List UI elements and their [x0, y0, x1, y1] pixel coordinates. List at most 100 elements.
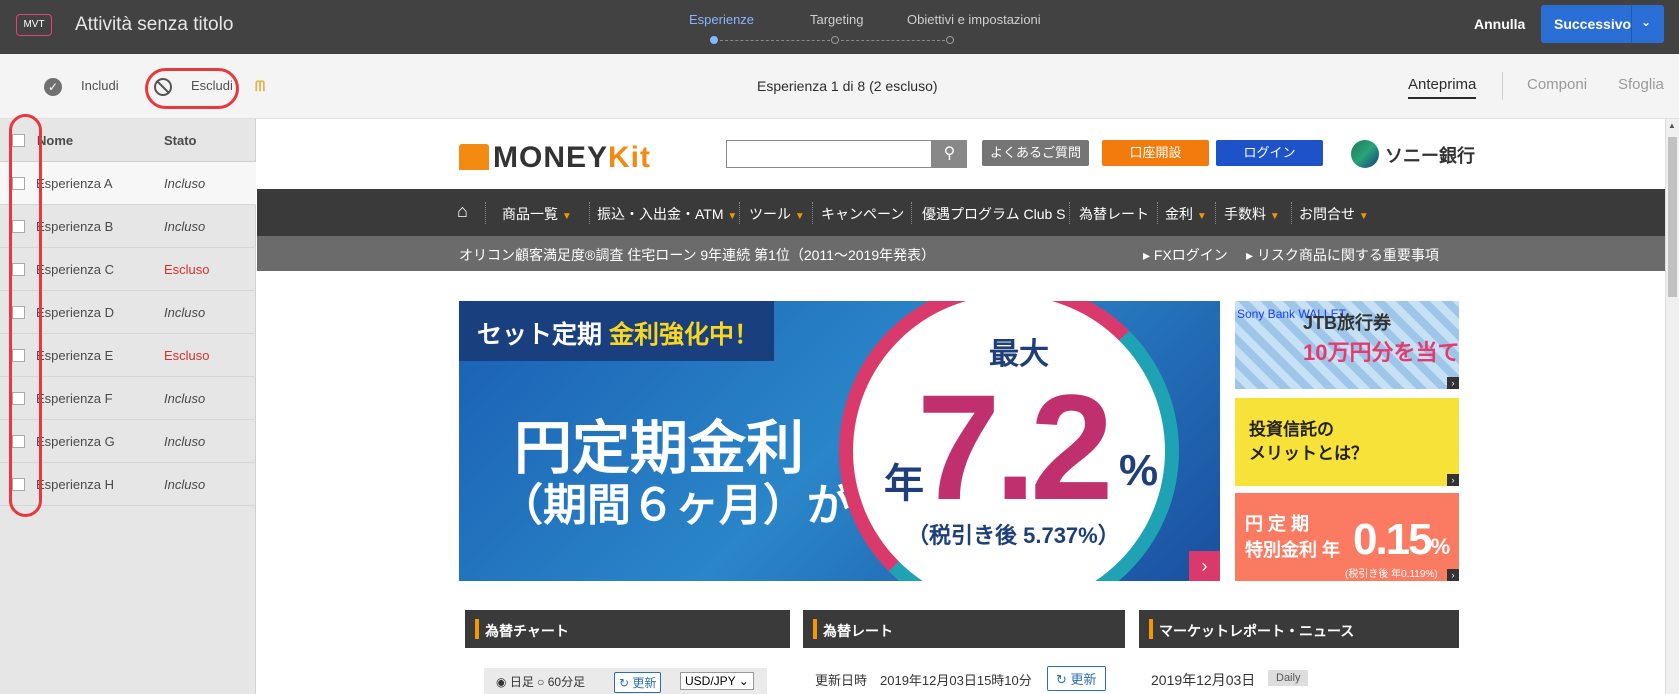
nav-fx-rate[interactable]: 為替レート — [1079, 204, 1149, 224]
side-banner-special-rate[interactable]: 円 定 期 特別金利 年 0.15% (税引き後 年0.119%) › — [1235, 493, 1459, 581]
sony-bank-mark — [1351, 140, 1379, 168]
dropdown-arrow-icon: ▼ — [1269, 211, 1280, 222]
chart-interval-radios[interactable]: ◉ 日足 ○ 60分足 — [496, 673, 585, 690]
nav-contact[interactable]: お問合せ ▼ — [1299, 204, 1369, 224]
nav-divider — [1291, 202, 1292, 224]
next-button-label: Successivo — [1554, 16, 1632, 32]
nav-divider — [1215, 202, 1216, 224]
scroll-up-icon[interactable]: ▲ — [1668, 121, 1676, 130]
nav-club-s[interactable]: 優遇プログラム Club S — [922, 204, 1066, 224]
currency-pair-select[interactable]: USD/JPY ⌄ — [680, 672, 754, 690]
side-banner-investment[interactable]: 投資信託の メリットとは？ › — [1235, 398, 1459, 486]
panel-title: マーケットレポート・ニュース — [1159, 623, 1355, 639]
step-targeting[interactable]: Targeting — [810, 12, 863, 27]
nav-products[interactable]: 商品一覧 ▼ — [502, 204, 572, 224]
step-connector — [841, 40, 945, 41]
checkbox-highlight-annotation — [9, 114, 42, 517]
search-icon[interactable]: ⚲ — [932, 140, 967, 168]
banner-after-tax: （税引き後 5.737%） — [907, 523, 1120, 548]
workflow-steps: Esperienze Targeting Obiettivi e imposta… — [680, 12, 1041, 46]
news-daily-tag[interactable]: Daily — [1268, 670, 1309, 686]
main-promo-banner[interactable]: セット定期 金利強化中！ 円定期金利 （期間６ヶ月）が 最大 年 7.2 % （… — [459, 301, 1220, 581]
dropdown-arrow-icon: ▼ — [561, 211, 572, 222]
market-report-panel-header: マーケットレポート・ニュース — [1139, 610, 1459, 648]
jtb-subtitle: 10万円分を当てよう! — [1303, 340, 1459, 365]
banner-tag: セット定期 金利強化中！ — [459, 301, 774, 361]
nav-interest[interactable]: 金利 ▼ — [1165, 204, 1207, 224]
page-preview-frame[interactable]: MONEYKit ⚲ よくあるご質問 口座開設 ログイン ソニー銀行 ⌂ 商品一… — [257, 119, 1665, 694]
experience-status: Incluso — [164, 391, 206, 406]
accent-bar — [813, 619, 817, 639]
tab-compose[interactable]: Componi — [1527, 76, 1587, 93]
investment-title: 投資信託の メリットとは？ — [1249, 420, 1368, 463]
nav-campaign[interactable]: キャンペーン — [821, 204, 904, 224]
jtb-title: JTB旅行券 — [1303, 313, 1392, 333]
experience-count: Esperienza 1 di 8 (2 escluso) — [757, 78, 938, 94]
nav-divider — [485, 202, 486, 224]
activity-title[interactable]: Attività senza titolo — [75, 14, 233, 36]
nav-divider — [1157, 202, 1158, 224]
top-bar: MVT Attività senza titolo Esperienze Tar… — [0, 0, 1679, 54]
experience-name: Esperienza B — [36, 219, 114, 234]
chevron-right-icon[interactable]: › — [1189, 551, 1220, 581]
chevron-right-icon: › — [1447, 377, 1459, 389]
logo-text: MONEYKit — [493, 141, 652, 174]
rate-update-time: 更新日時 2019年12月03日15時10分 — [815, 673, 1032, 688]
step-experiences[interactable]: Esperienze — [689, 12, 754, 27]
site-search-input[interactable] — [726, 140, 932, 168]
column-header-name[interactable]: Nome — [37, 133, 73, 148]
next-button[interactable]: Successivo ⌄ — [1541, 5, 1664, 43]
nav-tools[interactable]: ツール ▼ — [749, 204, 805, 224]
cancel-button[interactable]: Annulla — [1474, 16, 1525, 32]
experience-name: Esperienza C — [36, 262, 115, 277]
dropdown-arrow-icon: ▼ — [727, 211, 738, 222]
experience-status: Incluso — [164, 477, 206, 492]
chart-controls: ◉ 日足 ○ 60分足 ↻ 更新 USD/JPY ⌄ — [484, 668, 767, 694]
home-icon[interactable]: ⌂ — [457, 201, 468, 222]
experience-status: Incluso — [164, 219, 206, 234]
experience-name: Esperienza A — [36, 176, 113, 191]
experience-name: Esperienza D — [36, 305, 115, 320]
step-connector — [720, 40, 830, 41]
scrollbar-thumb[interactable] — [1668, 137, 1677, 297]
tab-divider — [1502, 72, 1503, 100]
step-dot-targeting — [831, 36, 839, 44]
news-date: 2019年12月03日 — [1151, 672, 1256, 688]
dropdown-arrow-icon: ▼ — [1358, 211, 1369, 222]
chevron-down-icon[interactable]: ⌄ — [1641, 15, 1651, 29]
oricon-award-link[interactable]: オリコン顧客満足度®調査 住宅ローン 9年連続 第1位（2011〜2019年発表… — [459, 245, 935, 265]
special-rate-label: 円 定 期 特別金利 年 — [1245, 514, 1341, 560]
preview-scrollbar[interactable]: ▲ — [1665, 119, 1679, 694]
chevron-right-icon: › — [1447, 569, 1459, 581]
column-header-status[interactable]: Stato — [164, 133, 197, 148]
tab-browse[interactable]: Sfoglia — [1618, 76, 1664, 93]
banner-rate-value: 7.2 — [917, 363, 1114, 531]
side-banner-jtb[interactable]: Sony Bank WALLET JTB旅行券 10万円分を当てよう! › — [1235, 301, 1459, 389]
nav-fees[interactable]: 手数料 ▼ — [1224, 204, 1280, 224]
rate-refresh-button[interactable]: ↻ 更新 — [1047, 666, 1106, 691]
experience-status: Incluso — [164, 305, 206, 320]
include-button[interactable]: Includi — [81, 78, 119, 93]
risk-info-link[interactable]: ▸ リスク商品に関する重要事項 — [1246, 245, 1439, 265]
fx-login-link[interactable]: ▸ FXログイン — [1143, 245, 1228, 265]
experience-status: Escluso — [164, 262, 210, 277]
experience-status: Escluso — [164, 348, 210, 363]
open-account-button[interactable]: 口座開設 — [1102, 140, 1209, 166]
step-goals-settings[interactable]: Obiettivi e impostazioni — [907, 12, 1041, 27]
chart-refresh-button[interactable]: ↻ 更新 — [614, 672, 662, 693]
faq-button[interactable]: よくあるご質問 — [982, 140, 1089, 166]
nav-divider — [589, 202, 590, 224]
panel-title: 為替チャート — [485, 623, 569, 639]
accent-bar — [475, 619, 479, 639]
login-button[interactable]: ログイン — [1216, 140, 1323, 166]
experience-name: Esperienza H — [36, 477, 115, 492]
experience-name: Esperienza G — [36, 434, 115, 449]
tab-preview[interactable]: Anteprima — [1408, 76, 1477, 99]
activity-type-badge: MVT — [16, 14, 52, 36]
exclude-highlight-annotation — [145, 68, 239, 109]
fx-chart-panel-header: 為替チャート — [465, 610, 790, 648]
banner-percent-sign: % — [1119, 446, 1159, 495]
mvt-icon[interactable]: ᗰ — [255, 78, 265, 95]
nav-transfer[interactable]: 振込・入出金・ATM ▼ — [597, 204, 737, 224]
checkmark-icon[interactable]: ✓ — [44, 78, 62, 96]
